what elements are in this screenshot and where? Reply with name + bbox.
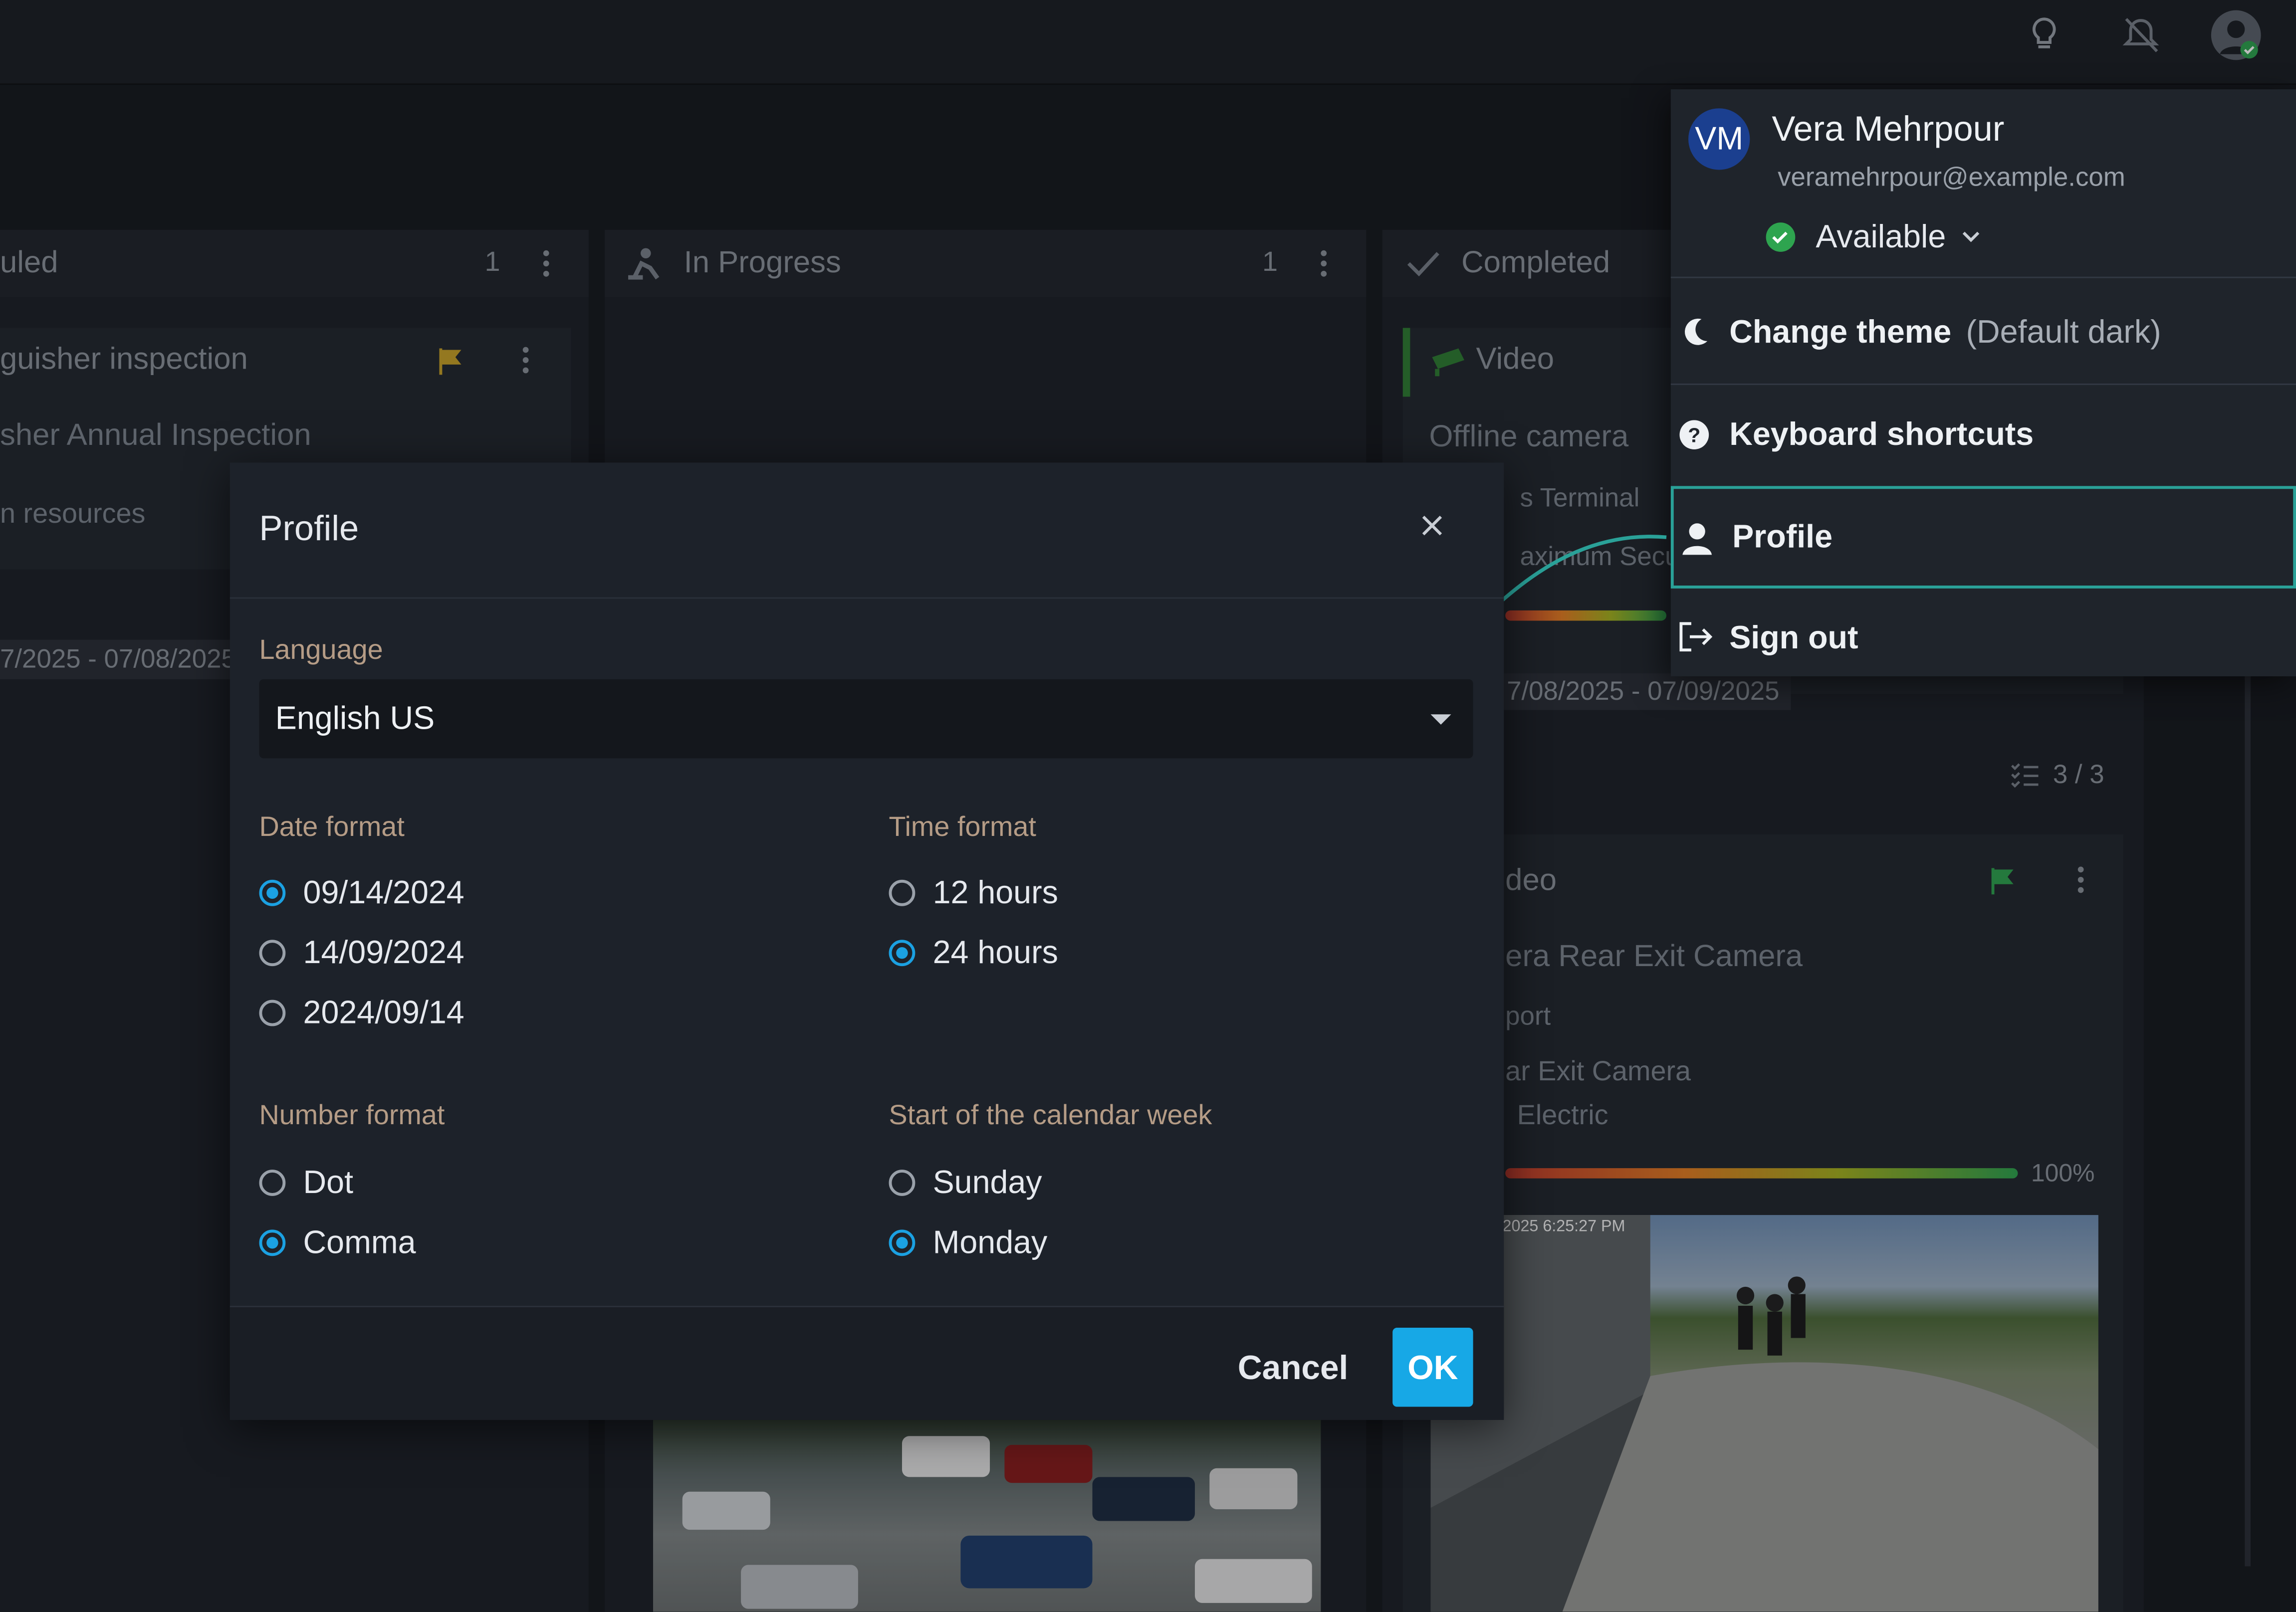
status-label: Available [1816, 218, 1946, 255]
date-format-option[interactable]: 2024/09/14 [259, 991, 464, 1035]
date-format-label: Date format [259, 812, 405, 843]
radio-checked-icon [889, 940, 916, 967]
close-icon[interactable] [1419, 512, 1445, 539]
date-format-option[interactable]: 09/14/2024 [259, 871, 464, 915]
help-icon: ? [1679, 420, 1709, 450]
date-format-option[interactable]: 14/09/2024 [259, 931, 464, 975]
radio-icon [259, 940, 286, 967]
radio-icon [259, 1170, 286, 1196]
caret-down-icon [1430, 714, 1451, 725]
language-select[interactable]: English US [259, 679, 1473, 759]
time-format-option[interactable]: 24 hours [889, 931, 1058, 975]
radio-icon [889, 879, 916, 906]
dialog-title: Profile [259, 509, 359, 549]
available-check-icon [1766, 222, 1796, 252]
menu-item-profile[interactable]: Profile [1670, 486, 2296, 589]
language-value: English US [275, 699, 435, 737]
menu-item-keyboard-shortcuts[interactable]: ? Keyboard shortcuts [1671, 387, 2296, 483]
user-menu: VM Vera Mehrpour veramehrpour@example.co… [1670, 89, 2296, 676]
radio-icon [889, 1170, 916, 1196]
week-start-option[interactable]: Sunday [889, 1161, 1042, 1205]
radio-checked-icon [889, 1229, 916, 1256]
week-start-option[interactable]: Monday [889, 1221, 1047, 1265]
language-label: Language [259, 635, 383, 666]
menu-item-label: Sign out [1729, 619, 1858, 656]
number-format-label: Number format [259, 1101, 445, 1132]
menu-item-label: Profile [1732, 518, 1833, 555]
profile-dialog: Profile Language English US Date format … [230, 462, 1504, 1420]
time-format-option[interactable]: 12 hours [889, 871, 1058, 915]
menu-item-change-theme[interactable]: Change theme (Default dark) [1671, 284, 2296, 381]
svg-text:?: ? [1688, 423, 1700, 446]
menu-item-sign-out[interactable]: Sign out [1671, 590, 2296, 687]
menu-item-label: Change theme [1729, 313, 1952, 350]
status-dropdown[interactable]: Available [1765, 215, 1981, 259]
menu-item-note: (Default dark) [1966, 313, 2161, 350]
time-format-label: Time format [889, 812, 1036, 843]
chevron-down-icon [1962, 231, 1979, 242]
person-icon [1682, 523, 1712, 555]
radio-checked-icon [259, 1229, 286, 1256]
ok-button[interactable]: OK [1392, 1328, 1473, 1407]
number-format-option[interactable]: Dot [259, 1161, 353, 1205]
week-start-label: Start of the calendar week [889, 1101, 1212, 1132]
menu-divider [1670, 383, 2296, 385]
cancel-button[interactable]: Cancel [1226, 1328, 1361, 1407]
moon-icon [1685, 318, 1708, 345]
menu-divider [1670, 276, 2296, 278]
menu-item-label: Keyboard shortcuts [1729, 415, 2034, 452]
radio-checked-icon [259, 879, 286, 906]
user-name: Vera Mehrpour [1772, 110, 2005, 150]
avatar: VM [1688, 108, 1750, 170]
user-email: veramehrpour@example.com [1778, 162, 2125, 192]
number-format-option[interactable]: Comma [259, 1221, 416, 1265]
radio-icon [259, 1000, 286, 1026]
